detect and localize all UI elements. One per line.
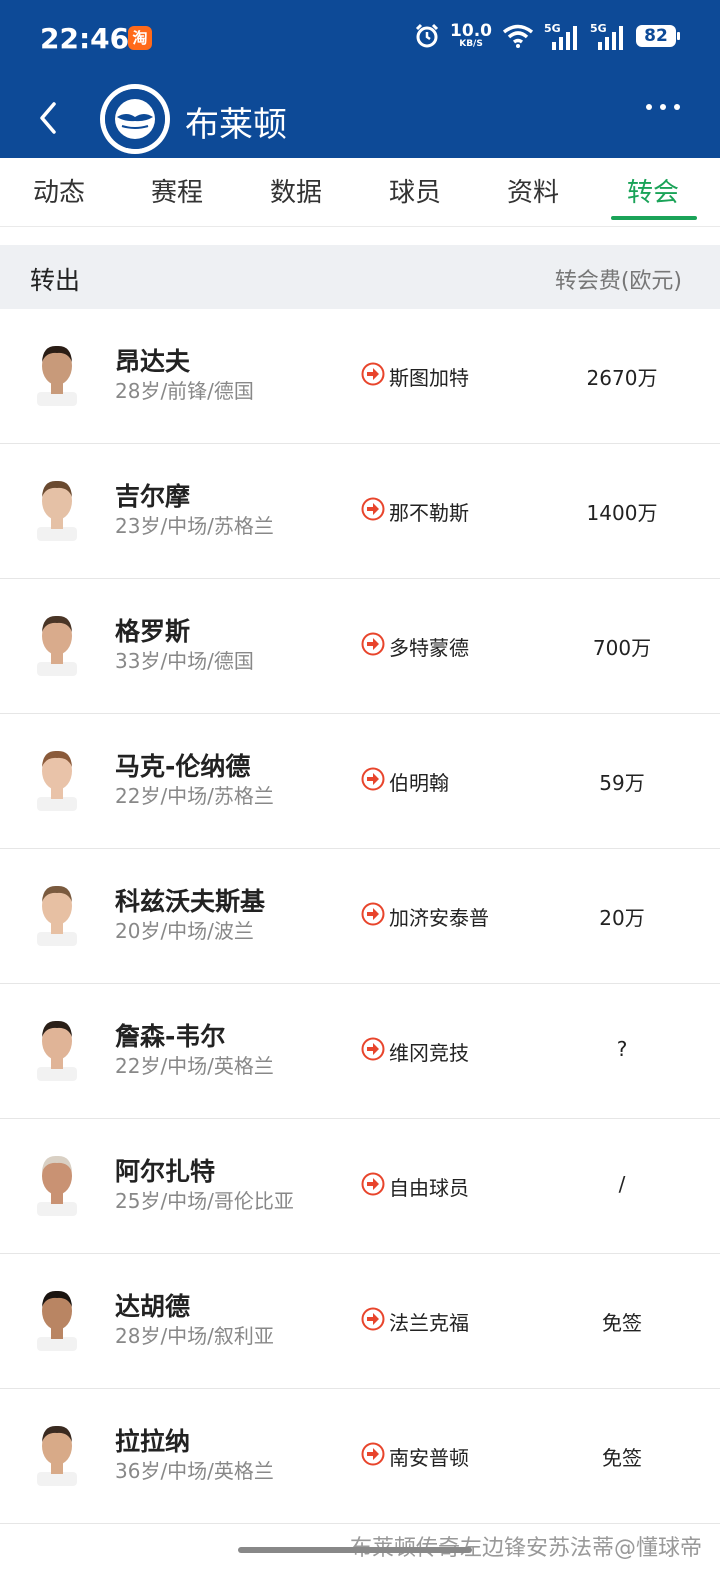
player-name: 吉尔摩 [115, 482, 191, 511]
transfer-fee: 免签 [602, 1311, 642, 1335]
network-speed: 10.0 KB/S [450, 21, 492, 49]
player-name: 格罗斯 [115, 617, 191, 646]
player-avatar [37, 750, 77, 811]
transfer-fee: 2670万 [586, 366, 658, 390]
destination-club: 南安普顿 [389, 1446, 469, 1470]
destination-club: 法兰克福 [389, 1311, 469, 1335]
app-header: 22:46 淘 10.0 KB/S 5G 5G 82 布莱顿 [0, 0, 720, 158]
transfer-out-arrow-icon [361, 902, 385, 926]
player-name: 詹森-韦尔 [115, 1022, 226, 1051]
destination-club: 多特蒙德 [389, 636, 469, 660]
transfer-row[interactable]: 马克-伦纳德 22岁/中场/苏格兰 伯明翰 59万 [0, 714, 720, 849]
section-title: 转出 [30, 266, 81, 295]
transfer-out-arrow-icon [361, 1172, 385, 1196]
player-info: 23岁/中场/苏格兰 [115, 514, 274, 538]
destination-club: 加济安泰普 [389, 906, 489, 930]
player-avatar [37, 1290, 77, 1351]
transfer-row[interactable]: 科兹沃夫斯基 20岁/中场/波兰 加济安泰普 20万 [0, 849, 720, 984]
transfer-row[interactable]: 格罗斯 33岁/中场/德国 多特蒙德 700万 [0, 579, 720, 714]
transfer-fee: 免签 [602, 1446, 642, 1470]
destination-club: 那不勒斯 [389, 501, 469, 525]
player-info: 20岁/中场/波兰 [115, 919, 254, 943]
player-info: 33岁/中场/德国 [115, 649, 254, 673]
player-avatar [37, 1020, 77, 1081]
player-avatar [37, 615, 77, 676]
transfer-row[interactable]: 詹森-韦尔 22岁/中场/英格兰 维冈竞技? [0, 984, 720, 1119]
transfer-out-arrow-icon [361, 632, 385, 656]
tab-players[interactable]: 球员 [356, 172, 474, 209]
player-name: 马克-伦纳德 [115, 752, 251, 781]
wifi-icon [502, 24, 534, 48]
spacer [0, 227, 720, 245]
back-arrow-icon[interactable] [34, 100, 64, 136]
transfer-row[interactable]: 达胡德 28岁/中场/叙利亚 法兰克福 免签 [0, 1254, 720, 1389]
signal-5g-icon: 5G [590, 22, 626, 50]
transfer-fee: 700万 [592, 636, 652, 660]
status-icons: 10.0 KB/S 5G 5G 82 [414, 21, 680, 50]
transfer-fee: 1400万 [586, 501, 658, 525]
transfer-fee: 20万 [599, 906, 645, 930]
signal-5g-icon: 5G [544, 22, 580, 50]
player-info: 36岁/中场/英格兰 [115, 1459, 274, 1483]
status-bar: 22:46 淘 10.0 KB/S 5G 5G 82 [0, 0, 720, 80]
active-tab-indicator [611, 216, 697, 220]
fee-column-header: 转会费(欧元) [554, 269, 682, 294]
destination-club: 自由球员 [389, 1176, 469, 1200]
destination-club: 斯图加特 [389, 366, 469, 390]
alarm-icon [415, 23, 439, 48]
player-avatar [37, 480, 77, 541]
tab-news[interactable]: 动态 [0, 172, 118, 209]
player-name: 阿尔扎特 [115, 1157, 216, 1186]
transfer-out-arrow-icon [361, 1307, 385, 1331]
watermark: 布莱顿传奇左边锋安苏法蒂@懂球帝 [349, 1536, 702, 1561]
team-crest-icon [100, 84, 170, 154]
tab-schedule[interactable]: 赛程 [118, 172, 236, 209]
player-avatar [37, 1155, 77, 1216]
tab-transfers[interactable]: 转会 [594, 172, 712, 209]
section-header: 转出 转会费(欧元) [0, 245, 720, 309]
battery-icon: 82 [636, 25, 680, 47]
transfer-row[interactable]: 昂达夫 28岁/前锋/德国 斯图加特 2670万 [0, 309, 720, 444]
player-info: 25岁/中场/哥伦比亚 [115, 1189, 294, 1213]
destination-club: 伯明翰 [389, 771, 449, 795]
player-name: 昂达夫 [115, 347, 191, 376]
transfer-list: 昂达夫 28岁/前锋/德国 斯图加特 2670万吉尔摩 23岁/中场/苏格兰 那不勒斯 14… [0, 309, 720, 1524]
player-info: 22岁/中场/英格兰 [115, 1054, 274, 1078]
player-name: 达胡德 [115, 1292, 191, 1321]
transfer-fee: 59万 [599, 771, 645, 795]
home-indicator[interactable] [238, 1547, 472, 1553]
destination-club: 维冈竞技 [389, 1041, 469, 1065]
transfer-out-arrow-icon [361, 497, 385, 521]
transfer-out-arrow-icon [361, 1037, 385, 1061]
player-name: 科兹沃夫斯基 [115, 887, 266, 916]
tab-bar: 动态 赛程 数据 球员 资料 转会 [0, 158, 720, 227]
player-avatar [37, 885, 77, 946]
transfer-row[interactable]: 吉尔摩 23岁/中场/苏格兰 那不勒斯 1400万 [0, 444, 720, 579]
tab-stats[interactable]: 数据 [237, 172, 355, 209]
status-time: 22:46 [40, 22, 130, 55]
transfer-fee: ? [616, 1037, 628, 1061]
transfer-out-arrow-icon [361, 362, 385, 386]
player-info: 22岁/中场/苏格兰 [115, 784, 274, 808]
player-info: 28岁/中场/叙利亚 [115, 1324, 274, 1348]
player-name: 拉拉纳 [115, 1427, 191, 1456]
transfer-fee: / [618, 1172, 626, 1196]
more-options-icon[interactable] [646, 104, 680, 110]
player-avatar [37, 1425, 77, 1486]
player-info: 28岁/前锋/德国 [115, 379, 254, 403]
player-avatar [37, 345, 77, 406]
team-title: 布莱顿 [185, 105, 287, 145]
taobao-notification-icon: 淘 [128, 26, 152, 50]
transfer-row[interactable]: 拉拉纳 36岁/中场/英格兰 南安普顿 免签 [0, 1389, 720, 1524]
transfer-row[interactable]: 阿尔扎特 25岁/中场/哥伦比亚 自由球员 / [0, 1119, 720, 1254]
tab-info[interactable]: 资料 [474, 172, 592, 209]
transfer-out-arrow-icon [361, 767, 385, 791]
transfer-out-arrow-icon [361, 1442, 385, 1466]
